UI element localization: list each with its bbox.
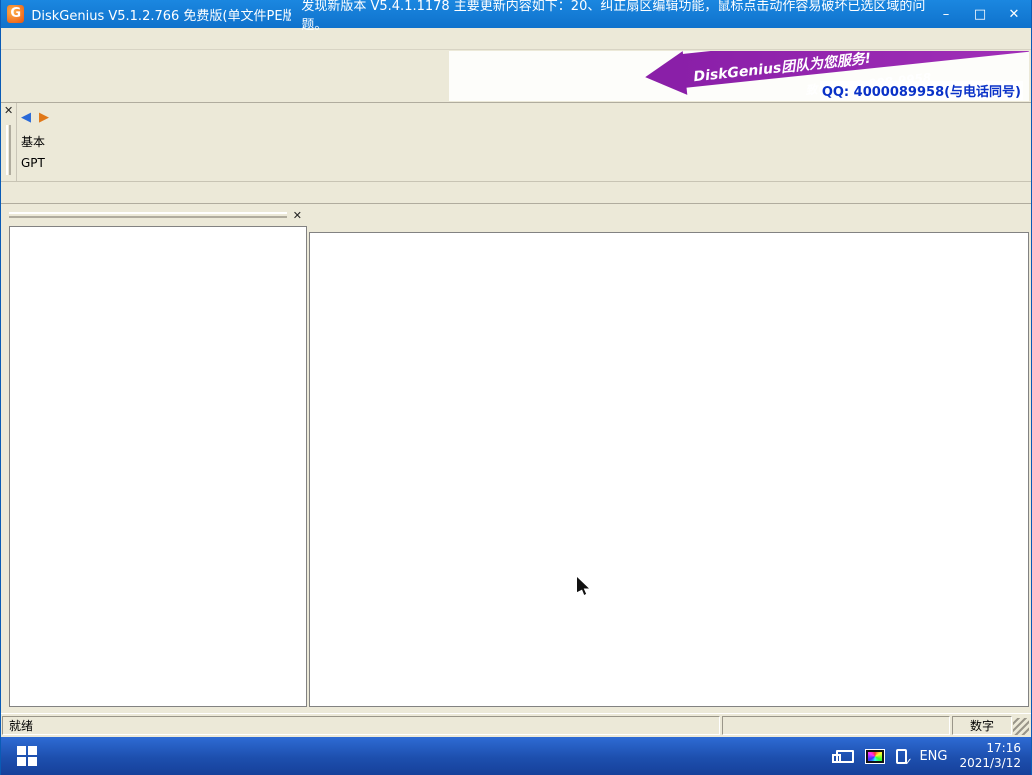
clock-time: 17:16	[959, 741, 1021, 756]
app-logo-icon: G	[7, 5, 24, 23]
panel-splitter[interactable]: ✕	[1, 103, 17, 181]
status-text: 就绪	[2, 716, 720, 735]
resize-grip[interactable]	[1013, 718, 1029, 735]
maximize-button[interactable]: □	[963, 0, 997, 28]
status-bar: 就绪 数字	[1, 713, 1031, 737]
ad-banner: DiskGenius团队为您服务! 致电: 400-008-9958 QQ: 4…	[449, 51, 1029, 101]
window-title: DiskGenius V5.1.2.766 免费版(单文件PE版)	[31, 5, 291, 24]
disk-tree-panel: ✕	[1, 204, 309, 713]
panel-close-icon[interactable]: ✕	[1, 103, 16, 118]
disk-tree	[9, 226, 307, 707]
clock-date: 2021/3/12	[959, 756, 1021, 771]
titlebar: G DiskGenius V5.1.2.766 免费版(单文件PE版) 发现新版…	[1, 0, 1031, 28]
tab-bar	[309, 208, 1029, 232]
minimize-button[interactable]: –	[929, 0, 963, 28]
tree-close-icon[interactable]: ✕	[290, 208, 305, 223]
toolbar: DiskGenius团队为您服务! 致电: 400-008-9958 QQ: 4…	[1, 50, 1031, 103]
status-empty-panel	[722, 716, 950, 735]
tab-content	[309, 232, 1029, 707]
start-button[interactable]	[1, 737, 53, 775]
usb-eject-icon[interactable]	[896, 749, 907, 764]
system-tray: ENG 17:16 2021/3/12	[836, 741, 1031, 771]
windows-logo-icon	[17, 746, 37, 766]
partition-blocks	[96, 108, 1021, 175]
disk-mode-gpt-label: GPT	[21, 156, 91, 170]
tree-splitter[interactable]	[9, 212, 287, 218]
update-notice: 发现新版本 V5.4.1.1178 主要更新内容如下：20、纠正扇区编辑功能，鼠…	[301, 0, 929, 33]
diskgenius-window: G DiskGenius V5.1.2.766 免费版(单文件PE版) 发现新版…	[0, 0, 1032, 775]
close-button[interactable]: ✕	[997, 0, 1031, 28]
partition-bar-panel: ✕ ◀ ▶ 基本 GPT	[1, 103, 1031, 182]
network-icon[interactable]	[836, 750, 854, 763]
taskbar: ENG 17:16 2021/3/12	[1, 737, 1031, 775]
display-icon[interactable]	[866, 750, 884, 763]
partition-details	[310, 277, 1028, 285]
ad-qq-text: QQ: 4000089958(与电话同号)	[820, 81, 1023, 100]
partition-detail-panel	[309, 204, 1031, 713]
language-indicator[interactable]: ENG	[919, 749, 947, 764]
clock[interactable]: 17:16 2021/3/12	[959, 741, 1021, 771]
numlock-indicator: 数字	[952, 716, 1012, 735]
nav-back-icon[interactable]: ◀	[21, 110, 31, 125]
disk-mode-basic-label: 基本	[21, 133, 91, 150]
nav-forward-icon[interactable]: ▶	[39, 110, 49, 125]
disk-info-bar	[1, 182, 1031, 204]
